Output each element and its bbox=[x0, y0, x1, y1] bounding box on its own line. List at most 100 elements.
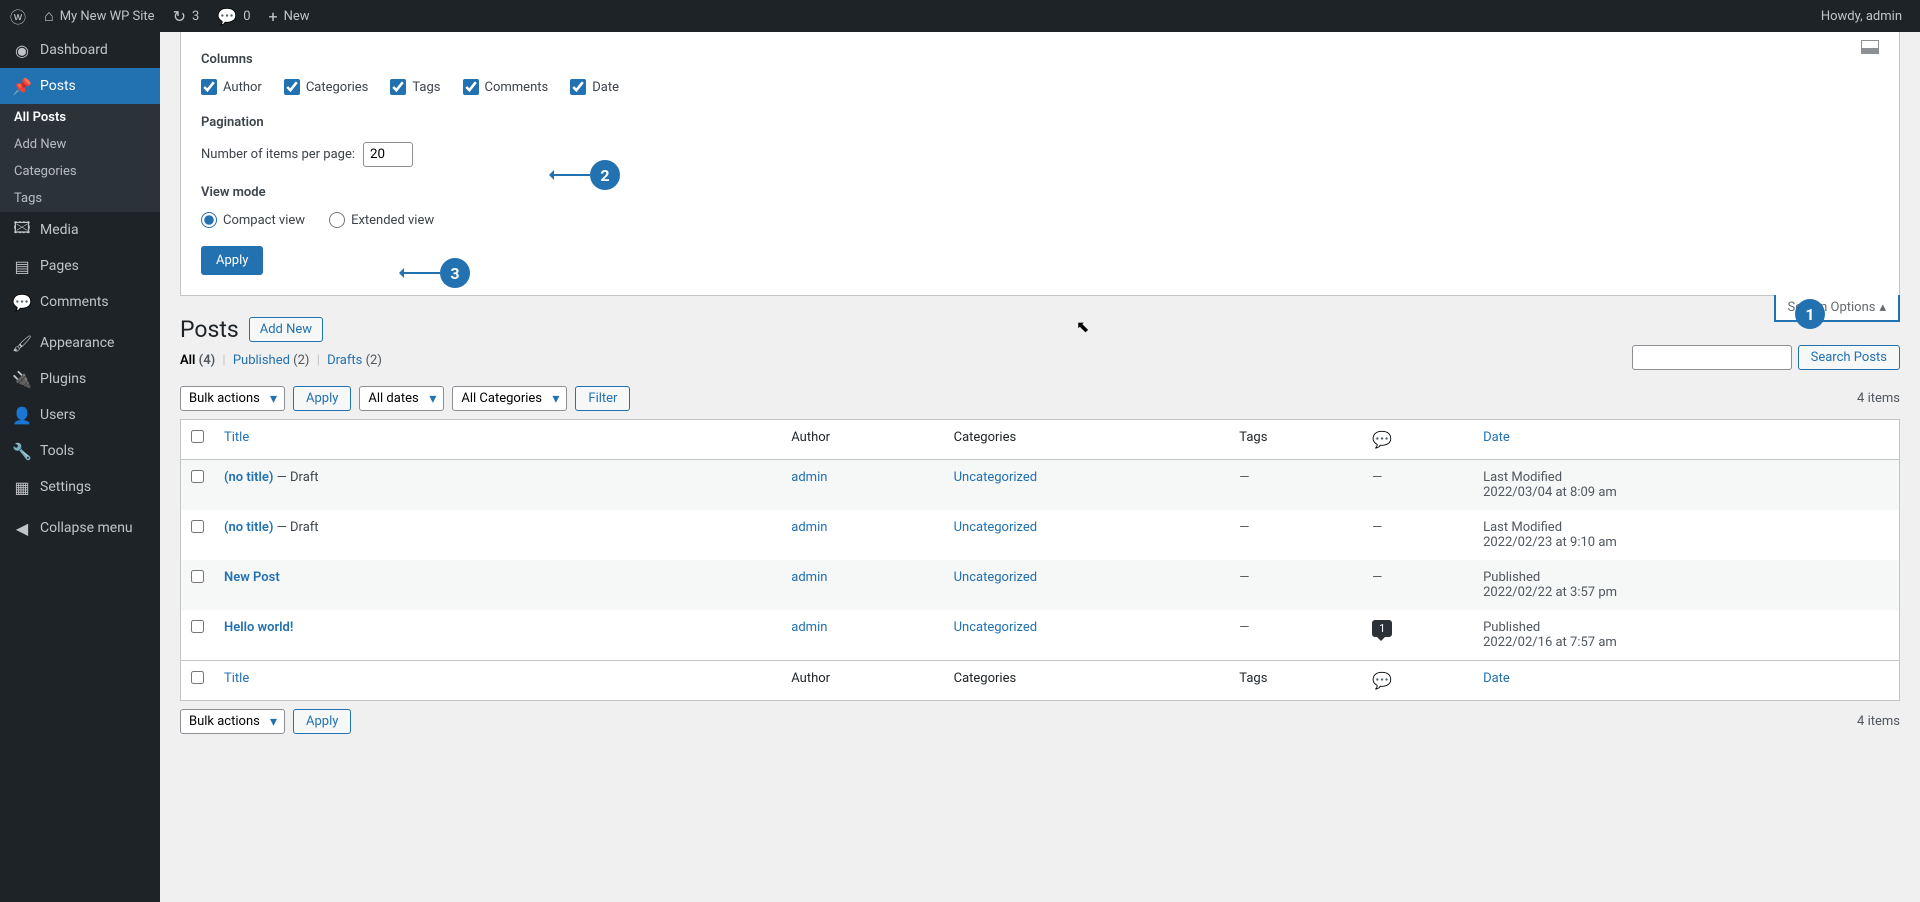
filter-published[interactable]: Published (2) bbox=[233, 353, 310, 368]
sidebar-item-media[interactable]: 🖾Media bbox=[0, 212, 160, 248]
column-toggle-tags[interactable]: Tags bbox=[390, 79, 440, 95]
row-checkbox[interactable] bbox=[191, 620, 204, 633]
post-title-link[interactable]: Hello world! bbox=[224, 620, 293, 635]
author-link[interactable]: admin bbox=[791, 570, 827, 585]
radio-extended[interactable] bbox=[329, 212, 345, 228]
home-icon: ⌂ bbox=[44, 6, 54, 26]
pin-icon: 📌 bbox=[12, 76, 32, 96]
sidebar-collapse[interactable]: ◀Collapse menu bbox=[0, 510, 160, 546]
bulk-apply-button[interactable]: Apply bbox=[293, 386, 351, 411]
annotation-1: 1 bbox=[1795, 299, 1825, 329]
row-checkbox[interactable] bbox=[191, 520, 204, 533]
sidebar-item-dashboard[interactable]: ◉Dashboard bbox=[0, 32, 160, 68]
sidebar-subitem-add-new[interactable]: Add New bbox=[0, 131, 160, 158]
plug-icon: 🔌 bbox=[12, 369, 32, 389]
items-per-page-label: Number of items per page: bbox=[201, 147, 355, 162]
column-toggle-author[interactable]: Author bbox=[201, 79, 262, 95]
wp-logo[interactable]: ⓦ bbox=[10, 4, 26, 28]
sidebar-item-comments[interactable]: 💬Comments bbox=[0, 284, 160, 320]
screen-options-toggle[interactable]: Screen Options▴ bbox=[1774, 295, 1901, 322]
view-mode-extended[interactable]: Extended view bbox=[329, 212, 434, 228]
row-checkbox[interactable] bbox=[191, 470, 204, 483]
filter-drafts[interactable]: Drafts (2) bbox=[327, 353, 382, 368]
annotation-circle: 2 bbox=[590, 160, 620, 190]
category-link[interactable]: Uncategorized bbox=[954, 620, 1037, 635]
search-input[interactable] bbox=[1632, 345, 1792, 370]
author-link[interactable]: admin bbox=[791, 470, 827, 485]
page-title: Posts bbox=[180, 316, 239, 343]
column-toggle-comments[interactable]: Comments bbox=[463, 79, 549, 95]
category-link[interactable]: Uncategorized bbox=[954, 570, 1037, 585]
date-value: 2022/02/22 at 3:57 pm bbox=[1483, 585, 1617, 600]
main-content: Columns Author Categories Tags Comments … bbox=[160, 32, 1920, 902]
col-date-foot[interactable]: Date bbox=[1473, 661, 1899, 701]
view-mode-compact[interactable]: Compact view bbox=[201, 212, 305, 228]
select-all-checkbox-bottom[interactable] bbox=[191, 671, 204, 684]
date-value: 2022/03/04 at 8:09 am bbox=[1483, 485, 1617, 500]
search-posts-button[interactable]: Search Posts bbox=[1798, 345, 1900, 370]
col-date[interactable]: Date bbox=[1473, 420, 1899, 460]
sidebar-item-posts[interactable]: 📌 Posts bbox=[0, 68, 160, 104]
sidebar-item-pages[interactable]: ▤Pages bbox=[0, 248, 160, 284]
radio-label: Extended view bbox=[351, 213, 434, 228]
brush-icon: 🖌 bbox=[12, 333, 32, 353]
author-link[interactable]: admin bbox=[791, 620, 827, 635]
checkbox-tags[interactable] bbox=[390, 79, 406, 95]
sidebar-subitem-tags[interactable]: Tags bbox=[0, 185, 160, 212]
filter-button[interactable]: Filter bbox=[575, 386, 630, 411]
filter-all[interactable]: All (4) bbox=[180, 353, 215, 368]
screen-options-apply-button[interactable]: Apply bbox=[201, 246, 263, 275]
sidebar-label: Pages bbox=[40, 258, 79, 274]
new-label: New bbox=[284, 9, 310, 24]
checkbox-label: Categories bbox=[306, 80, 369, 95]
column-toggle-categories[interactable]: Categories bbox=[284, 79, 369, 95]
col-title-foot[interactable]: Title bbox=[214, 661, 781, 701]
select-all-checkbox[interactable] bbox=[191, 430, 204, 443]
comments-count: 0 bbox=[243, 9, 250, 24]
items-per-page-input[interactable] bbox=[363, 142, 413, 167]
author-link[interactable]: admin bbox=[791, 520, 827, 535]
updates-link[interactable]: ↻3 bbox=[173, 7, 200, 26]
category-filter-select[interactable]: All Categories bbox=[452, 386, 567, 411]
sidebar-item-tools[interactable]: 🔧Tools bbox=[0, 433, 160, 469]
checkbox-date[interactable] bbox=[570, 79, 586, 95]
column-toggle-date[interactable]: Date bbox=[570, 79, 619, 95]
sidebar-subitem-categories[interactable]: Categories bbox=[0, 158, 160, 185]
sidebar-label: Posts bbox=[40, 78, 76, 94]
sidebar-label: Settings bbox=[40, 479, 91, 495]
col-comments-foot: 💬 bbox=[1362, 661, 1473, 701]
sidebar-item-appearance[interactable]: 🖌Appearance bbox=[0, 325, 160, 361]
comment-count-bubble[interactable]: 1 bbox=[1372, 620, 1392, 637]
checkbox-comments[interactable] bbox=[463, 79, 479, 95]
post-title-link[interactable]: (no title) bbox=[224, 520, 273, 535]
sidebar-item-settings[interactable]: ▦Settings bbox=[0, 469, 160, 505]
post-title-link[interactable]: (no title) bbox=[224, 470, 273, 485]
no-comments-dash: — bbox=[1372, 520, 1382, 535]
category-link[interactable]: Uncategorized bbox=[954, 520, 1037, 535]
post-title-link[interactable]: New Post bbox=[224, 570, 280, 585]
date-filter-select[interactable]: All dates bbox=[359, 386, 444, 411]
date-status: Published bbox=[1483, 620, 1540, 635]
account-link[interactable]: Howdy, admin bbox=[1821, 9, 1902, 24]
bulk-actions-select-bottom[interactable]: Bulk actions bbox=[180, 709, 285, 734]
add-new-button[interactable]: Add New bbox=[249, 317, 323, 342]
checkbox-author[interactable] bbox=[201, 79, 217, 95]
wrench-icon: 🔧 bbox=[12, 441, 32, 461]
row-checkbox[interactable] bbox=[191, 570, 204, 583]
sidebar-item-plugins[interactable]: 🔌Plugins bbox=[0, 361, 160, 397]
col-title[interactable]: Title bbox=[214, 420, 781, 460]
radio-compact[interactable] bbox=[201, 212, 217, 228]
site-home-link[interactable]: ⌂My New WP Site bbox=[44, 6, 155, 26]
category-link[interactable]: Uncategorized bbox=[954, 470, 1037, 485]
sidebar-item-users[interactable]: 👤Users bbox=[0, 397, 160, 433]
new-content-link[interactable]: +New bbox=[269, 7, 310, 26]
bulk-actions-select[interactable]: Bulk actions bbox=[180, 386, 285, 411]
sidebar-subitem-all-posts[interactable]: All Posts bbox=[0, 104, 160, 131]
date-status: Published bbox=[1483, 570, 1540, 585]
items-count-bottom: 4 items bbox=[1857, 714, 1900, 729]
pagination-heading: Pagination bbox=[201, 115, 1879, 130]
comments-link[interactable]: 💬0 bbox=[217, 7, 250, 26]
checkbox-categories[interactable] bbox=[284, 79, 300, 95]
howdy-text: Howdy, admin bbox=[1821, 9, 1902, 24]
bulk-apply-button-bottom[interactable]: Apply bbox=[293, 709, 351, 734]
